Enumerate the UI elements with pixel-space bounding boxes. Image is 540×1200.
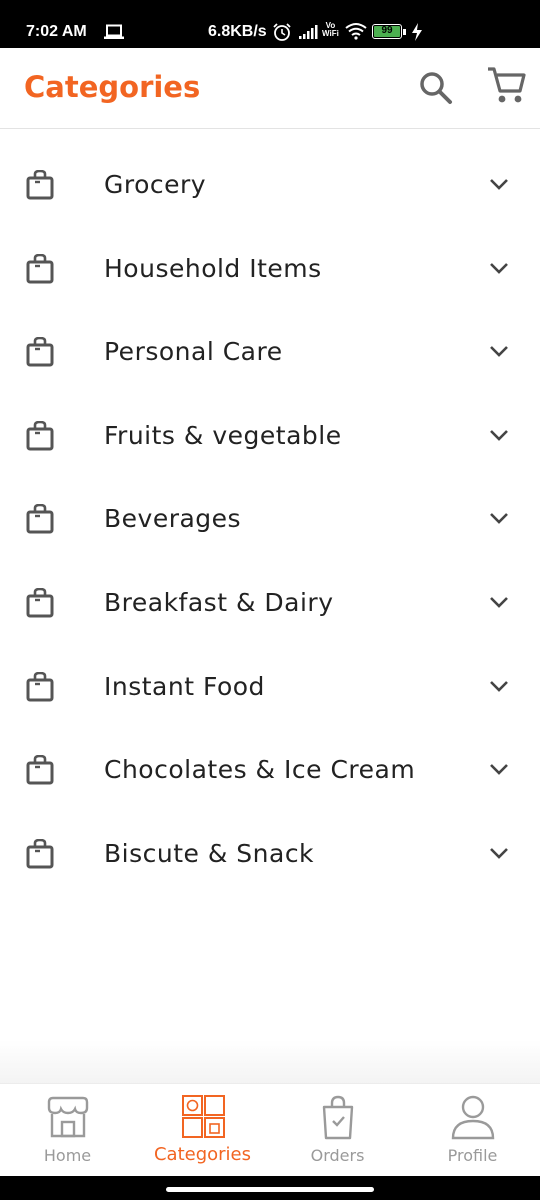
battery-tip (403, 29, 406, 35)
category-row-beverages[interactable]: Beverages (0, 480, 540, 564)
cart-icon[interactable] (484, 63, 528, 107)
search-icon[interactable] (416, 68, 456, 108)
nav-categories[interactable]: Categories (135, 1084, 270, 1177)
chevron-down-icon[interactable] (488, 260, 510, 276)
category-label: Chocolates & Ice Cream (104, 755, 416, 785)
chevron-down-icon[interactable] (488, 845, 510, 861)
shopping-bag-icon (26, 587, 54, 618)
chevron-down-icon[interactable] (488, 594, 510, 610)
chevron-down-icon[interactable] (488, 343, 510, 359)
status-time: 7:02 AM (26, 23, 87, 40)
category-label: Fruits & vegetable (104, 420, 342, 450)
vowifi-icon: Vo WiFi (322, 22, 339, 38)
chevron-down-icon[interactable] (488, 510, 510, 526)
categories-icon (182, 1095, 225, 1138)
nav-orders[interactable]: Orders (270, 1084, 405, 1177)
shopping-bag-icon (26, 420, 54, 451)
page-title: Categories (24, 70, 201, 104)
person-icon (451, 1095, 495, 1140)
category-label: Household Items (104, 253, 322, 283)
charging-icon (412, 23, 422, 41)
shopping-bag-icon (26, 337, 54, 367)
bottom-shadow (0, 1040, 540, 1084)
category-row-fruits-vegetable[interactable]: Fruits & vegetable (0, 397, 540, 481)
status-bar: 7:02 AM 6.8KB/s Vo WiFi 99 (0, 0, 540, 48)
category-row-breakfast-dairy[interactable]: Breakfast & Dairy (0, 564, 540, 648)
shopping-bag-icon (26, 253, 54, 284)
shopping-bag-icon (322, 1095, 354, 1140)
signal-icon (299, 25, 318, 39)
chevron-down-icon[interactable] (488, 427, 510, 443)
laptop-icon (104, 24, 124, 39)
battery-level: 99 (381, 25, 393, 36)
category-label: Biscute & Snack (104, 838, 315, 868)
app-bar: Categories (0, 48, 540, 129)
category-label: Instant Food (104, 671, 265, 701)
category-label: Grocery (104, 170, 207, 199)
shopping-bag-icon (26, 671, 54, 702)
category-row-chocolates-ice-cream[interactable]: Chocolates & Ice Cream (0, 731, 540, 815)
nav-profile-label: Profile (447, 1146, 498, 1165)
vowifi-bottom-label: WiFi (322, 29, 339, 38)
wifi-icon (345, 23, 367, 40)
bottom-nav: Home Categories Orders Profile (0, 1083, 540, 1176)
category-list: Grocery Household Items Personal Care Fr… (0, 146, 540, 898)
category-row-instant-food[interactable]: Instant Food (0, 648, 540, 732)
nav-categories-label: Categories (153, 1144, 252, 1165)
shopping-bag-icon (26, 838, 54, 869)
alarm-icon (273, 23, 291, 41)
chevron-down-icon[interactable] (488, 761, 510, 777)
home-indicator[interactable] (166, 1187, 374, 1192)
category-row-personal-care[interactable]: Personal Care (0, 313, 540, 397)
store-icon (47, 1096, 89, 1138)
category-label: Beverages (104, 504, 242, 534)
shopping-bag-icon (26, 504, 54, 534)
nav-orders-label: Orders (310, 1146, 365, 1165)
category-label: Personal Care (104, 337, 283, 367)
nav-profile[interactable]: Profile (405, 1084, 540, 1177)
category-label: Breakfast & Dairy (104, 587, 334, 617)
nav-home[interactable]: Home (0, 1084, 135, 1177)
category-row-household-items[interactable]: Household Items (0, 230, 540, 314)
shopping-bag-icon (26, 755, 54, 785)
category-row-biscute-snack[interactable]: Biscute & Snack (0, 815, 540, 899)
category-row-grocery[interactable]: Grocery (0, 146, 540, 230)
chevron-down-icon[interactable] (488, 678, 510, 694)
network-speed: 6.8KB/s (208, 23, 267, 40)
shopping-bag-icon (26, 170, 54, 200)
nav-home-label: Home (43, 1146, 92, 1165)
system-nav-bar (0, 1176, 540, 1200)
battery-icon: 99 (372, 24, 402, 39)
chevron-down-icon[interactable] (488, 176, 510, 192)
